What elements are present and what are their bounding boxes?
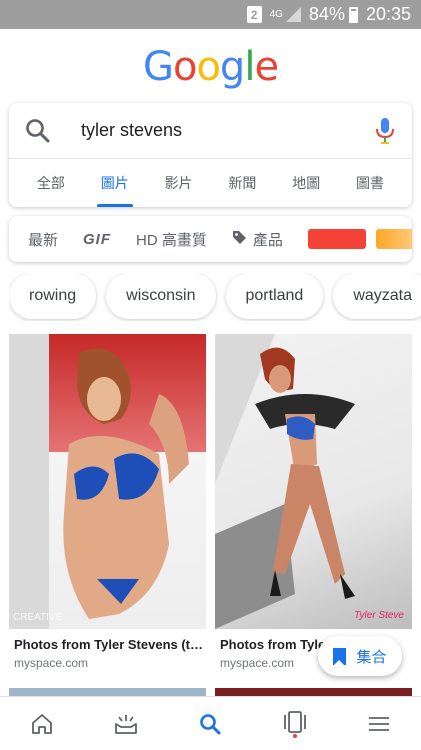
filter-gif[interactable]: GIF — [83, 231, 111, 248]
filter-latest[interactable]: 最新 — [28, 229, 58, 250]
image-filters: 最新 GIF HD 高畫質 產品 — [9, 216, 412, 262]
mic-icon[interactable] — [374, 117, 396, 145]
network-indicator: 4G — [269, 9, 283, 20]
chip-wayzata[interactable]: wayzata — [333, 273, 421, 319]
tab-videos[interactable]: 影片 — [147, 159, 211, 207]
result-title[interactable]: Photos from Tyler Stevens (ty... — [9, 637, 206, 652]
home-icon[interactable] — [18, 700, 66, 748]
chip-wisconsin[interactable]: wisconsin — [106, 273, 216, 319]
tab-news[interactable]: 新聞 — [210, 159, 274, 207]
collection-button[interactable]: 集合 — [318, 636, 402, 676]
clock: 20:35 — [365, 4, 411, 24]
color-filter-orange[interactable] — [375, 229, 412, 249]
filter-products-label: 產品 — [252, 231, 283, 249]
next-result-peek[interactable] — [215, 688, 412, 696]
image-watermark: CREATIVE — [13, 612, 63, 623]
result-thumbnail[interactable]: Tyler Steve — [215, 334, 412, 629]
search-icon[interactable] — [186, 700, 234, 748]
image-result[interactable]: Tyler Steve Photos from Tyle myspace.com — [215, 334, 412, 674]
color-filter-red[interactable] — [307, 229, 366, 249]
status-bar: 2 4G 84% 20:35 — [0, 0, 421, 29]
search-tabs: 全部 圖片 影片 新聞 地圖 圖書 — [9, 159, 412, 207]
filter-products[interactable]: 產品 — [232, 229, 283, 250]
tab-all[interactable]: 全部 — [19, 159, 83, 207]
recent-tabs-icon[interactable] — [271, 700, 319, 748]
tab-books[interactable]: 圖書 — [338, 159, 402, 207]
search-icon[interactable] — [25, 118, 51, 144]
google-logo[interactable]: Google — [0, 44, 421, 90]
filter-hd[interactable]: HD 高畫質 — [136, 229, 207, 250]
tab-maps[interactable]: 地圖 — [274, 159, 338, 207]
updates-icon[interactable] — [102, 700, 150, 748]
menu-icon[interactable] — [355, 700, 403, 748]
collection-label: 集合 — [356, 648, 387, 666]
result-source: myspace.com — [14, 656, 89, 670]
related-chips: rowing wisconsin portland wayzata — [9, 273, 421, 321]
battery-icon — [348, 6, 358, 23]
next-result-peek[interactable] — [9, 688, 206, 696]
search-card: tyler stevens 全部 圖片 影片 新聞 地圖 圖書 — [9, 103, 412, 207]
chip-rowing[interactable]: rowing — [9, 273, 97, 319]
search-box[interactable]: tyler stevens — [9, 103, 412, 159]
bottom-nav — [0, 696, 421, 750]
chip-portland[interactable]: portland — [225, 273, 324, 319]
image-watermark: Tyler Steve — [354, 610, 404, 621]
sim-icon: 2 — [246, 6, 262, 23]
image-result[interactable]: CREATIVE Photos from Tyler Stevens (ty..… — [9, 334, 206, 674]
tag-icon — [232, 230, 247, 249]
search-query[interactable]: tyler stevens — [81, 120, 374, 141]
signal-icon — [285, 7, 301, 22]
result-thumbnail[interactable]: CREATIVE — [9, 334, 206, 629]
bookmark-icon — [333, 647, 347, 666]
battery-percent: 84% — [308, 4, 345, 24]
tab-images[interactable]: 圖片 — [83, 159, 147, 207]
